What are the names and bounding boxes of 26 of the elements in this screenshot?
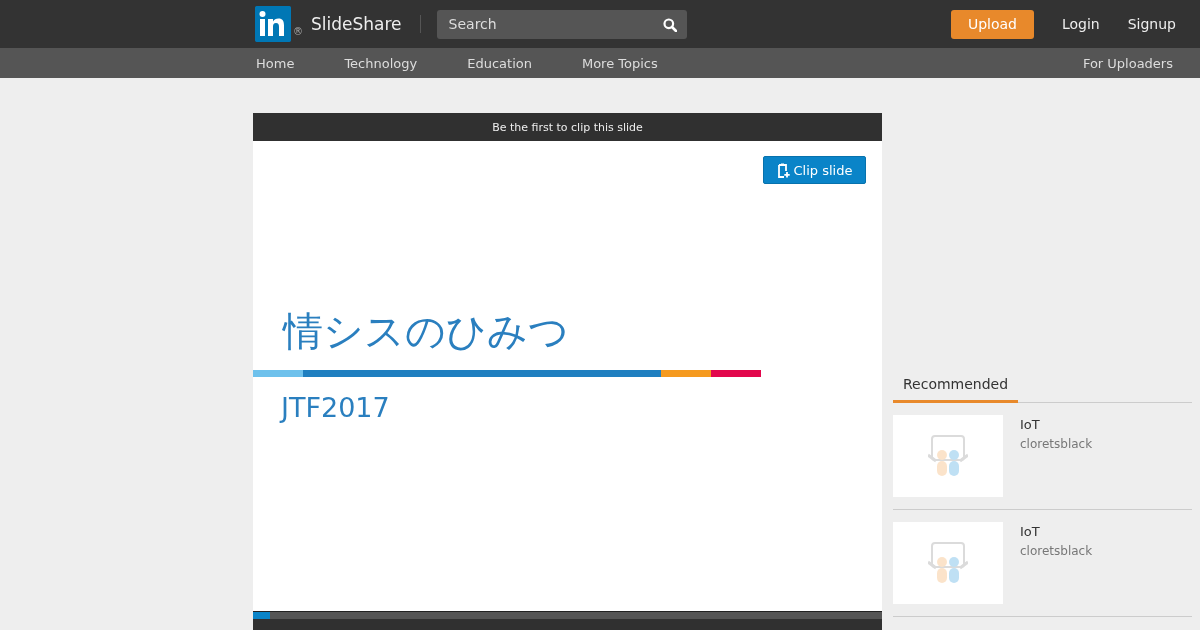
slide-subtitle: JTF2017 [281, 392, 390, 424]
item-author[interactable]: cloretsblack [1020, 437, 1093, 451]
thumbnail[interactable] [893, 415, 1003, 497]
signup-link[interactable]: Signup [1127, 16, 1176, 32]
nav-link[interactable]: Technology [344, 55, 418, 71]
clipboard-plus-icon [776, 162, 790, 178]
item-author[interactable]: cloretsblack [1020, 544, 1093, 558]
nav-link[interactable]: More Topics [581, 55, 658, 71]
sidebar-tab[interactable]: Recommended [893, 370, 1019, 403]
linkedin-logo-icon[interactable] [255, 6, 291, 42]
slide-title: 情シスのひみつ [283, 307, 569, 355]
thumbnail[interactable] [893, 522, 1003, 604]
people-board-icon [928, 435, 968, 477]
clip-slide-button[interactable]: Clip slide [763, 156, 866, 184]
people-board-icon [928, 542, 968, 584]
item-title[interactable]: IoT [1020, 417, 1040, 432]
search-field[interactable]: Search [436, 9, 687, 39]
login-link[interactable]: Login [1061, 16, 1100, 32]
brand-name[interactable]: SlideShare [311, 14, 402, 34]
registered-mark: ® [293, 25, 303, 37]
search-icon[interactable] [662, 17, 677, 32]
clip-banner: Be the first to clip this slide [253, 113, 882, 141]
item-title[interactable]: IoT [1020, 524, 1040, 539]
nav-link[interactable]: Home [256, 55, 295, 71]
nav-link[interactable]: Education [467, 55, 532, 71]
nav-link[interactable]: For Uploaders [1082, 55, 1173, 71]
